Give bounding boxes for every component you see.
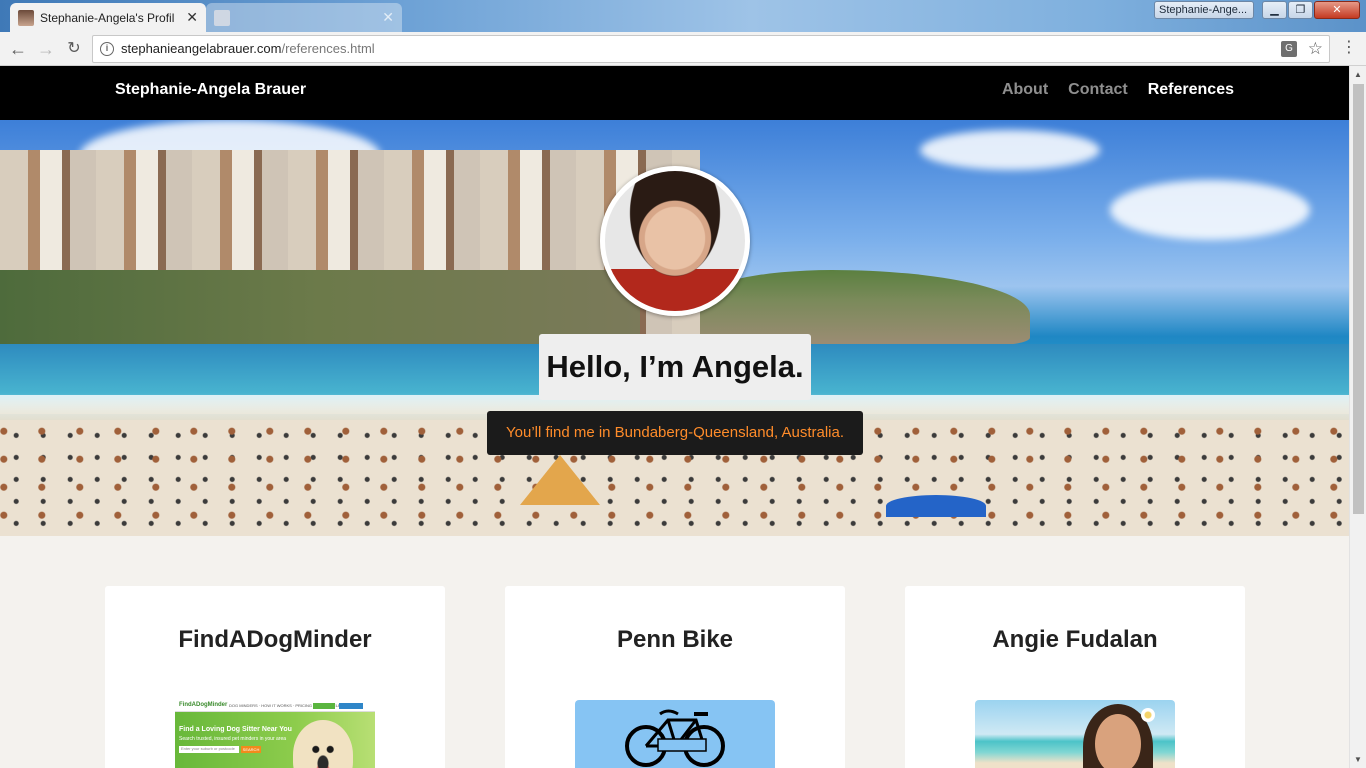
profile-avatar — [600, 166, 750, 316]
reference-cards: FindADogMinder FindADogMinder DOG MINDER… — [105, 586, 1245, 768]
page-scrollbar[interactable]: ▲ ▼ — [1349, 66, 1366, 768]
hero-title: Hello, I’m Angela. — [539, 334, 811, 400]
forward-arrow-icon[interactable]: → — [34, 37, 58, 61]
card-title: Penn Bike — [616, 626, 734, 653]
translate-icon[interactable]: G — [1281, 41, 1297, 57]
portrait-face — [1095, 714, 1141, 768]
minimize-button[interactable]: ▁ — [1262, 1, 1287, 19]
reload-icon[interactable]: ↻ — [62, 37, 86, 61]
card-title: FindADogMinder — [178, 626, 372, 653]
reference-card-angie-fudalan[interactable]: Angie Fudalan — [905, 586, 1245, 768]
nav-link-about[interactable]: About — [1002, 81, 1048, 99]
findadogminder-screenshot[interactable]: FindADogMinder DOG MINDERS · HOW IT WORK… — [175, 700, 375, 768]
reference-card-findadogminder[interactable]: FindADogMinder FindADogMinder DOG MINDER… — [105, 586, 445, 768]
window-taskbar-label[interactable]: Stephanie-Ange... — [1154, 1, 1254, 19]
thumb-green-button — [313, 703, 335, 709]
thumb-subline: Search trusted, insured pet minders in y… — [179, 736, 286, 742]
bike-logo-icon — [625, 709, 725, 767]
tab-title: Stephanie-Angela's Profil — [40, 10, 175, 25]
site-brand[interactable]: Stephanie-Angela Brauer — [115, 81, 306, 99]
scroll-up-arrow-icon[interactable]: ▲ — [1350, 66, 1366, 83]
tab-close-icon-2[interactable]: ✕ — [382, 9, 394, 26]
maximize-button[interactable]: ❐ — [1288, 1, 1313, 19]
thumb-search-field: Enter your suburb or postcode — [179, 746, 239, 753]
url-host: stephanieangelabrauer.com — [121, 41, 282, 56]
hero-subtitle: You’ll find me in Bundaberg-Queensland, … — [487, 411, 863, 455]
hero-tent — [520, 455, 600, 505]
hair-flower-icon — [1141, 708, 1155, 722]
thumb-blue-button — [339, 703, 363, 709]
site-navbar: Stephanie-Angela Brauer About Contact Re… — [0, 66, 1349, 120]
thumb-logo: FindADogMinder — [179, 702, 228, 708]
scroll-down-arrow-icon[interactable]: ▼ — [1350, 751, 1366, 768]
browser-toolbar: ← → ↻ i stephanieangelabrauer.com/refere… — [0, 32, 1366, 66]
thumb-headline: Find a Loving Dog Sitter Near You — [179, 726, 292, 733]
site-info-icon[interactable]: i — [100, 42, 114, 56]
tab-favicon-icon — [214, 9, 230, 26]
hero-cloud — [1110, 180, 1310, 240]
tab-inactive[interactable]: ✕ — [206, 3, 402, 32]
tab-active[interactable]: Stephanie-Angela's Profil ✕ — [10, 3, 206, 32]
thumb-search-button: SEARCH — [241, 746, 261, 753]
reference-card-penn-bike[interactable]: Penn Bike — [505, 586, 845, 768]
window-close-button[interactable]: ✕ — [1314, 1, 1360, 19]
card-title: Angie Fudalan — [992, 626, 1158, 653]
nav-link-references[interactable]: References — [1148, 81, 1234, 99]
site-nav-links: About Contact References — [1002, 81, 1234, 99]
address-bar[interactable]: i stephanieangelabrauer.com/references.h… — [92, 35, 1330, 63]
page-viewport: Stephanie-Angela Brauer About Contact Re… — [0, 66, 1349, 768]
nav-link-contact[interactable]: Contact — [1068, 81, 1128, 99]
browser-title-bar: Stephanie-Angela's Profil ✕ ✕ Stephanie-… — [0, 0, 1366, 32]
tab-close-icon[interactable]: ✕ — [186, 9, 198, 26]
bookmark-star-icon[interactable]: ☆ — [1308, 36, 1323, 62]
url-path: /references.html — [281, 41, 375, 56]
hero-cloud — [920, 130, 1100, 170]
penn-bike-logo-image[interactable] — [575, 700, 775, 768]
browser-menu-icon[interactable]: ⋮ — [1341, 37, 1357, 57]
profile-favicon-icon — [18, 9, 34, 26]
back-arrow-icon[interactable]: ← — [6, 37, 30, 61]
hero-umbrella — [886, 495, 986, 517]
angie-beach-portrait[interactable] — [975, 700, 1175, 768]
scrollbar-thumb[interactable] — [1353, 84, 1364, 514]
